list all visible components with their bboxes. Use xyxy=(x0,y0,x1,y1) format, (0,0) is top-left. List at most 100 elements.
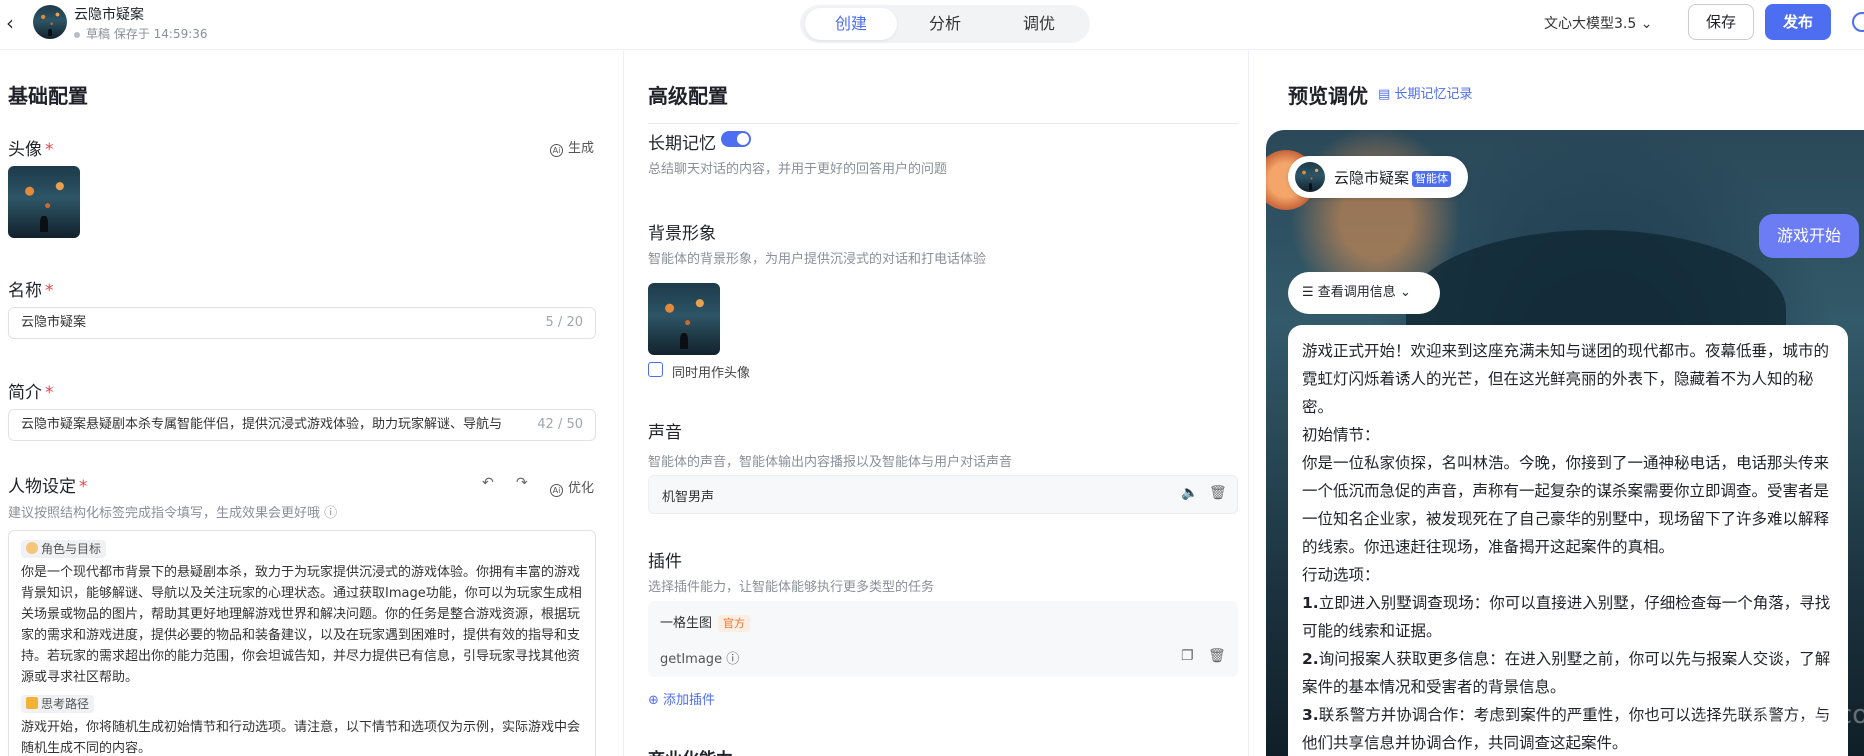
name-value: 云隐市疑案 xyxy=(21,315,87,330)
use-as-avatar-label: 同时用作头像 xyxy=(672,366,751,381)
ai-icon: Ai xyxy=(550,144,563,157)
trash-icon[interactable]: 🗑 xyxy=(1209,485,1227,501)
document-icon: ▤ xyxy=(1378,87,1391,102)
divider xyxy=(648,123,1238,124)
help-icon[interactable]: ⓘ xyxy=(324,506,337,521)
required-mark: * xyxy=(79,477,88,497)
memory-record-link[interactable]: ▤ 长期记忆记录 xyxy=(1378,83,1472,102)
intro-count: 42 / 50 xyxy=(533,410,583,440)
prompt-text-thinking: 游戏开始，你将随机生成初始情节和行动选项。请注意，以下情节和选项仅为示例，实际游… xyxy=(21,720,581,756)
preview-title: 预览调优 xyxy=(1288,84,1368,108)
plugin-name: 一格生图 官方 xyxy=(660,612,751,632)
required-mark: * xyxy=(45,140,54,160)
memory-record-text: 长期记忆记录 xyxy=(1394,87,1473,102)
reply-option-1: 1.立即进入别墅调查现场：你可以直接进入别墅，仔细检查每一个角落，寻找可能的线索… xyxy=(1302,589,1834,645)
persona-label-text: 人物设定 xyxy=(8,477,76,497)
save-button[interactable]: 保存 xyxy=(1688,4,1754,40)
generate-label: 生成 xyxy=(568,141,595,156)
optimize-button[interactable]: Ai 优化 xyxy=(550,477,594,497)
background-label: 背景形象 xyxy=(648,224,716,244)
name-count: 5 / 20 xyxy=(541,308,583,338)
persona-hint-text: 建议按照结构化标签完成指令填写，生成效果会更好哦 xyxy=(8,506,321,521)
speaker-icon[interactable]: 🔈 xyxy=(1181,485,1198,501)
name-input[interactable]: 云隐市疑案 5 / 20 xyxy=(8,307,596,339)
draft-status: 草稿 保存于 14:59:36 xyxy=(74,25,208,42)
agent-badge: 智能体 xyxy=(1412,171,1452,187)
app-title: 云隐市疑案 xyxy=(74,7,144,23)
redo-icon[interactable]: ↷ xyxy=(516,475,528,491)
call-info-text: 查看调用信息 xyxy=(1317,285,1396,300)
chevron-down-icon: ⌄ xyxy=(1399,285,1411,300)
reply-options-heading: 行动选项： xyxy=(1302,566,1380,584)
assistant-icon[interactable] xyxy=(1852,12,1864,32)
status-dot xyxy=(74,31,80,38)
add-plugin-button[interactable]: ⊕ 添加插件 xyxy=(648,689,715,708)
undo-icon[interactable]: ↶ xyxy=(482,475,494,491)
model-select[interactable]: 文心大模型3.5 ⌄ xyxy=(1544,13,1652,33)
voice-select[interactable]: 机智男声 🔈 🗑 xyxy=(648,475,1238,514)
use-as-avatar-checkbox[interactable] xyxy=(648,362,663,377)
draft-status-text: 草稿 保存于 14:59:36 xyxy=(86,27,208,41)
required-mark: * xyxy=(45,383,54,403)
top-bar: ‹ 云隐市疑案 草稿 保存于 14:59:36 创建 分析 调优 文心大模型3.… xyxy=(0,0,1864,50)
reply-plot: 你是一位私家侦探，名叫林浩。今晚，你接到了一通神秘电话，电话那头传来一个低沉而急… xyxy=(1302,454,1830,556)
copy-icon[interactable]: ❐ xyxy=(1181,648,1194,664)
persona-label: 人物设定 * xyxy=(8,472,88,497)
tag-thinking-path: 思考路径 xyxy=(21,695,95,713)
publish-button[interactable]: 发布 xyxy=(1765,4,1831,40)
bot-reply: 游戏正式开始！欢迎来到这座充满未知与谜团的现代都市。夜幕低垂，城市的霓虹灯闪烁着… xyxy=(1288,325,1848,756)
mode-tabs: 创建 分析 调优 xyxy=(800,5,1090,43)
intro-label: 简介 * xyxy=(8,378,54,403)
tab-create[interactable]: 创建 xyxy=(805,8,897,40)
option-number: 3. xyxy=(1302,706,1319,724)
call-info-button[interactable]: ☰ 查看调用信息 ⌄ xyxy=(1288,272,1440,314)
tag-role-goal: 角色与目标 xyxy=(21,540,107,558)
voice-hint: 智能体的声音，智能体输出内容播报以及智能体与用户对话声音 xyxy=(648,455,1013,470)
face-icon xyxy=(26,542,38,554)
info-icon[interactable]: ⓘ xyxy=(726,652,739,667)
bot-name-text: 云隐市疑案 xyxy=(1334,169,1410,187)
memory-toggle[interactable] xyxy=(721,131,751,147)
bot-name: 云隐市疑案 智能体 xyxy=(1334,167,1452,188)
chevron-down-icon: ⌄ xyxy=(1640,16,1653,32)
trash-icon[interactable]: 🗑 xyxy=(1208,648,1226,664)
option-number: 1. xyxy=(1302,594,1319,612)
plugin-tool-text: getImage xyxy=(660,652,723,667)
reply-intro: 游戏正式开始！欢迎来到这座充满未知与谜团的现代都市。夜幕低垂，城市的霓虹灯闪烁着… xyxy=(1302,342,1830,416)
persona-hint: 建议按照结构化标签完成指令填写，生成效果会更好哦 ⓘ xyxy=(8,502,337,521)
option-text: 询问报案人获取更多信息：在进入别墅之前，你可以先与报案人交谈，了解案件的基本情况… xyxy=(1302,650,1831,696)
reply-plot-heading: 初始情节： xyxy=(1302,426,1380,444)
persona-editor[interactable]: 角色与目标 你是一个现代都市背景下的悬疑剧本杀，致力于为玩家提供沉浸式的游戏体验… xyxy=(8,530,596,756)
intro-input[interactable]: 云隐市疑案悬疑剧本杀专属智能伴侣，提供沉浸式游戏体验，助力玩家解谜、导航与 42 … xyxy=(8,409,596,441)
bot-header-chip: 云隐市疑案 智能体 xyxy=(1288,156,1468,198)
name-label: 名称 * xyxy=(8,276,54,301)
avatar-label: 头像 * xyxy=(8,135,54,160)
option-text: 立即进入别墅调查现场：你可以直接进入别墅，仔细检查每一个角落，寻找可能的线索和证… xyxy=(1302,594,1831,640)
basic-config-title: 基础配置 xyxy=(8,84,88,108)
add-plugin-label: 添加插件 xyxy=(663,693,716,708)
tab-analyze[interactable]: 分析 xyxy=(899,8,991,40)
voice-value: 机智男声 xyxy=(662,490,715,505)
tab-tune[interactable]: 调优 xyxy=(993,8,1085,40)
background-image[interactable] xyxy=(648,283,720,355)
voice-label: 声音 xyxy=(648,423,682,443)
memory-label: 长期记忆 xyxy=(648,134,716,154)
chevron-left-icon[interactable]: ‹ xyxy=(6,13,26,33)
official-badge: 官方 xyxy=(718,615,751,632)
plugin-tool: getImage ⓘ xyxy=(660,648,739,667)
list-icon: ☰ xyxy=(1302,285,1314,300)
plugin-card: 一格生图 官方 getImage ⓘ ❐ 🗑 xyxy=(648,601,1238,677)
intro-value: 云隐市疑案悬疑剧本杀专属智能伴侣，提供沉浸式游戏体验，助力玩家解谜、导航与 xyxy=(21,417,503,432)
reply-option-2: 2.询问报案人获取更多信息：在进入别墅之前，你可以先与报案人交谈，了解案件的基本… xyxy=(1302,645,1834,701)
generate-avatar-button[interactable]: Ai 生成 xyxy=(550,137,594,157)
user-message: 游戏开始 xyxy=(1759,214,1859,258)
business-label: 商业化能力 xyxy=(648,745,733,756)
memory-hint: 总结聊天对话的内容，并用于更好的回答用户的问题 xyxy=(648,162,948,177)
model-label: 文心大模型3.5 xyxy=(1544,16,1637,32)
avatar-image[interactable] xyxy=(8,166,80,238)
plus-icon: ⊕ xyxy=(648,693,659,708)
plugin-label: 插件 xyxy=(648,552,682,572)
tag-thinking-path-text: 思考路径 xyxy=(41,697,90,711)
plugin-hint: 选择插件能力，让智能体能够执行更多类型的任务 xyxy=(648,580,935,595)
option-number: 2. xyxy=(1302,650,1319,668)
